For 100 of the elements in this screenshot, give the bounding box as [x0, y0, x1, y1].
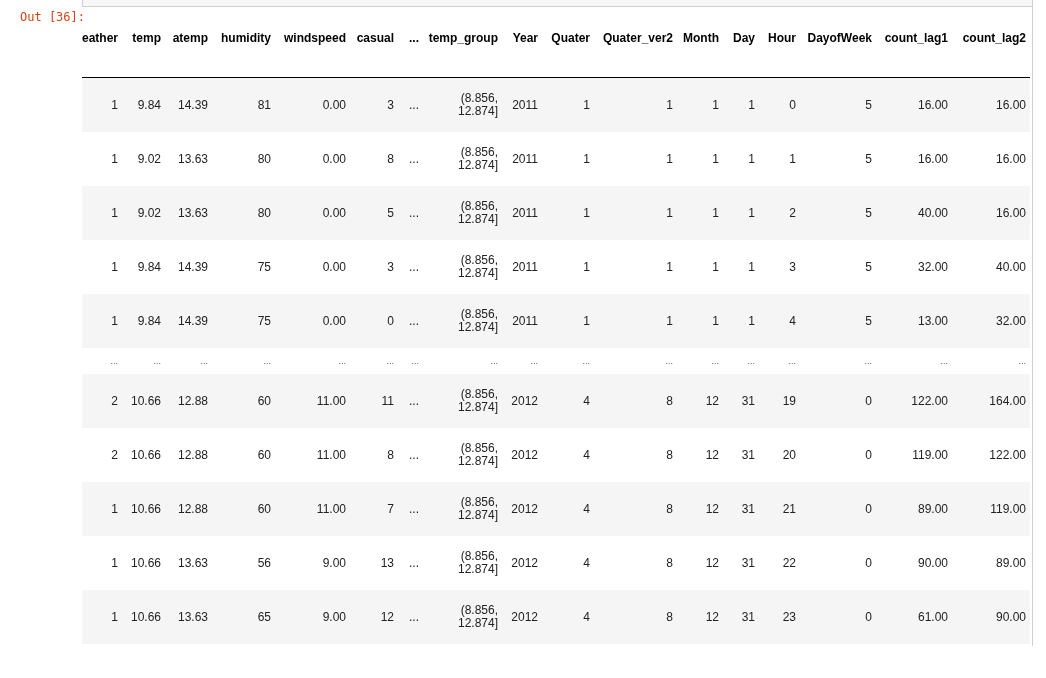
table-cell: ... [952, 347, 1030, 374]
table-cell: 5 [800, 239, 876, 294]
table-cell: (8.856, 12.874] [423, 589, 502, 644]
table-cell: 13.63 [165, 589, 212, 644]
table-cell: ... [800, 347, 876, 374]
table-cell: (8.856, 12.874] [423, 427, 502, 482]
table-cell: ... [122, 347, 165, 374]
table-cell: 14.39 [165, 239, 212, 294]
table-cell: 75 [212, 239, 275, 294]
table-cell: 1 [723, 293, 759, 348]
table-cell: 31 [723, 373, 759, 428]
table-cell: 1 [594, 239, 677, 294]
table-cell: 164.00 [952, 373, 1030, 428]
table-cell: 0.00 [275, 131, 350, 186]
column-header: windspeed [275, 20, 350, 77]
table-cell: 9.84 [122, 239, 165, 294]
table-cell: 1 [82, 293, 122, 348]
table-cell: 2011 [502, 77, 542, 132]
table-cell: ... [542, 347, 594, 374]
table-cell: 2011 [502, 239, 542, 294]
table-cell: ... [398, 131, 423, 186]
table-cell: 2011 [502, 293, 542, 348]
table-cell: 1 [542, 293, 594, 348]
table-cell: (8.856, 12.874] [423, 373, 502, 428]
table-cell: 5 [800, 185, 876, 240]
table-cell: ... [165, 347, 212, 374]
table-cell: 1 [677, 77, 723, 132]
table-cell: 8 [350, 131, 398, 186]
table-cell: 3 [350, 239, 398, 294]
column-header: Day [723, 20, 759, 77]
table-cell: 1 [542, 131, 594, 186]
table-cell: 16.00 [952, 185, 1030, 240]
column-header: temp_group [423, 20, 502, 77]
table-cell: ... [594, 347, 677, 374]
table-cell: 2012 [502, 481, 542, 536]
table-cell: 1 [723, 77, 759, 132]
table-cell: ... [212, 347, 275, 374]
column-header: Quater [542, 20, 594, 77]
table-cell: 5 [800, 131, 876, 186]
table-cell: 40.00 [876, 185, 952, 240]
table-cell: ... [82, 347, 122, 374]
table-cell: 4 [759, 293, 800, 348]
table-cell: 13.63 [165, 185, 212, 240]
table-cell: ... [398, 535, 423, 590]
table-cell: 90.00 [876, 535, 952, 590]
column-header: Hour [759, 20, 800, 77]
table-cell: 9.00 [275, 535, 350, 590]
table-cell: 8 [594, 589, 677, 644]
table-cell: 20 [759, 427, 800, 482]
table-cell: 1 [723, 239, 759, 294]
table-cell: 13.63 [165, 131, 212, 186]
table-cell: 1 [677, 293, 723, 348]
table-cell: (8.856, 12.874] [423, 239, 502, 294]
table-cell: ... [759, 347, 800, 374]
table-cell: ... [350, 347, 398, 374]
column-header: atemp [165, 20, 212, 77]
table-cell: 1 [82, 535, 122, 590]
table-cell: 89.00 [952, 535, 1030, 590]
table-cell: 89.00 [876, 481, 952, 536]
table-cell: ... [876, 347, 952, 374]
table-cell: 19 [759, 373, 800, 428]
table-cell: 2012 [502, 427, 542, 482]
table-cell: 11 [350, 373, 398, 428]
table-cell: 2012 [502, 373, 542, 428]
table-cell: ... [398, 293, 423, 348]
table-cell: 11.00 [275, 481, 350, 536]
table-cell: 14.39 [165, 293, 212, 348]
table-cell: 9.02 [122, 185, 165, 240]
column-header: DayofWeek [800, 20, 876, 77]
table-cell: 1 [82, 589, 122, 644]
table-cell: 9.00 [275, 589, 350, 644]
table-cell: 21 [759, 481, 800, 536]
table-cell: (8.856, 12.874] [423, 77, 502, 132]
table-cell: 31 [723, 481, 759, 536]
table-cell: ... [423, 347, 502, 374]
table-cell: 9.84 [122, 77, 165, 132]
output-prompt: Out [36]: [19, 9, 82, 26]
table-cell: 8 [350, 427, 398, 482]
table-cell: 5 [350, 185, 398, 240]
table-cell: 13.00 [876, 293, 952, 348]
table-cell: 32.00 [876, 239, 952, 294]
table-cell: 12 [677, 481, 723, 536]
table-cell: 3 [350, 77, 398, 132]
column-header: casual [350, 20, 398, 77]
table-cell: 9.02 [122, 131, 165, 186]
table-cell: 1 [723, 131, 759, 186]
table-cell: 8 [594, 481, 677, 536]
table-cell: 1 [677, 185, 723, 240]
column-header: eather [82, 20, 122, 77]
table-cell: 60 [212, 427, 275, 482]
table-cell: 31 [723, 589, 759, 644]
table-cell: 5 [800, 293, 876, 348]
table-cell: 1 [542, 77, 594, 132]
table-cell: 12.88 [165, 373, 212, 428]
table-cell: 60 [212, 373, 275, 428]
table-cell: 2012 [502, 589, 542, 644]
table-cell: 1 [677, 239, 723, 294]
table-cell: 80 [212, 131, 275, 186]
table-cell: 4 [542, 481, 594, 536]
table-cell: 0.00 [275, 293, 350, 348]
